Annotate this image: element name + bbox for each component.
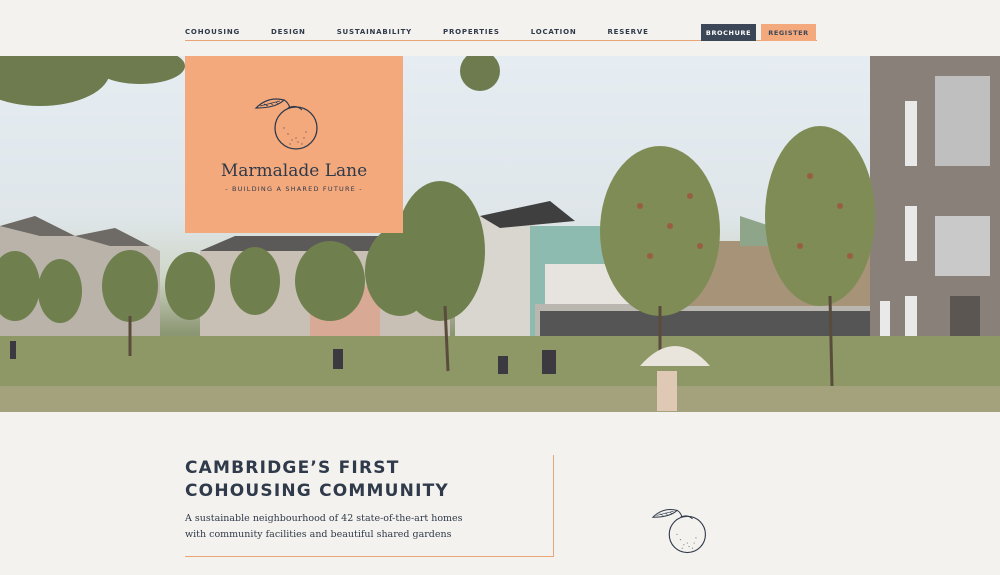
nav-location[interactable]: LOCATION xyxy=(531,28,577,36)
nav-reserve[interactable]: RESERVE xyxy=(607,28,648,36)
intro-text-line2: with community facilities and beautiful … xyxy=(185,529,452,540)
intro-heading-line1: CAMBRIDGE’S FIRST xyxy=(185,458,400,478)
intro-description: A sustainable neighbourhood of 42 state-… xyxy=(185,511,505,543)
intro-horizontal-rule xyxy=(185,556,554,557)
intro-text-line1: A sustainable neighbourhood of 42 state-… xyxy=(185,513,463,524)
site-header: COHOUSING DESIGN SUSTAINABILITY PROPERTI… xyxy=(0,0,1000,56)
hero-scene xyxy=(0,56,1000,412)
brochure-button[interactable]: BROCHURE xyxy=(701,24,756,41)
nav-sustainability[interactable]: SUSTAINABILITY xyxy=(337,28,412,36)
orange-icon xyxy=(651,508,706,554)
nav-design[interactable]: DESIGN xyxy=(271,28,306,36)
orange-logo-icon xyxy=(254,98,318,150)
intro-heading-line2: COHOUSING COMMUNITY xyxy=(185,481,449,501)
brand-card[interactable]: Marmalade Lane - BUILDING A SHARED FUTUR… xyxy=(185,56,403,233)
brand-title: Marmalade Lane xyxy=(220,161,368,181)
intro-vertical-rule xyxy=(553,455,554,557)
brand-tagline: - BUILDING A SHARED FUTURE - xyxy=(225,185,363,193)
hero-image xyxy=(0,56,1000,412)
nav-properties[interactable]: PROPERTIES xyxy=(443,28,500,36)
nav-cohousing[interactable]: COHOUSING xyxy=(185,28,240,36)
main-nav: COHOUSING DESIGN SUSTAINABILITY PROPERTI… xyxy=(185,28,680,36)
intro-section: CAMBRIDGE’S FIRST COHOUSING COMMUNITY A … xyxy=(0,412,1000,575)
intro-heading: CAMBRIDGE’S FIRST COHOUSING COMMUNITY xyxy=(185,457,485,503)
register-button[interactable]: REGISTER xyxy=(761,24,816,41)
